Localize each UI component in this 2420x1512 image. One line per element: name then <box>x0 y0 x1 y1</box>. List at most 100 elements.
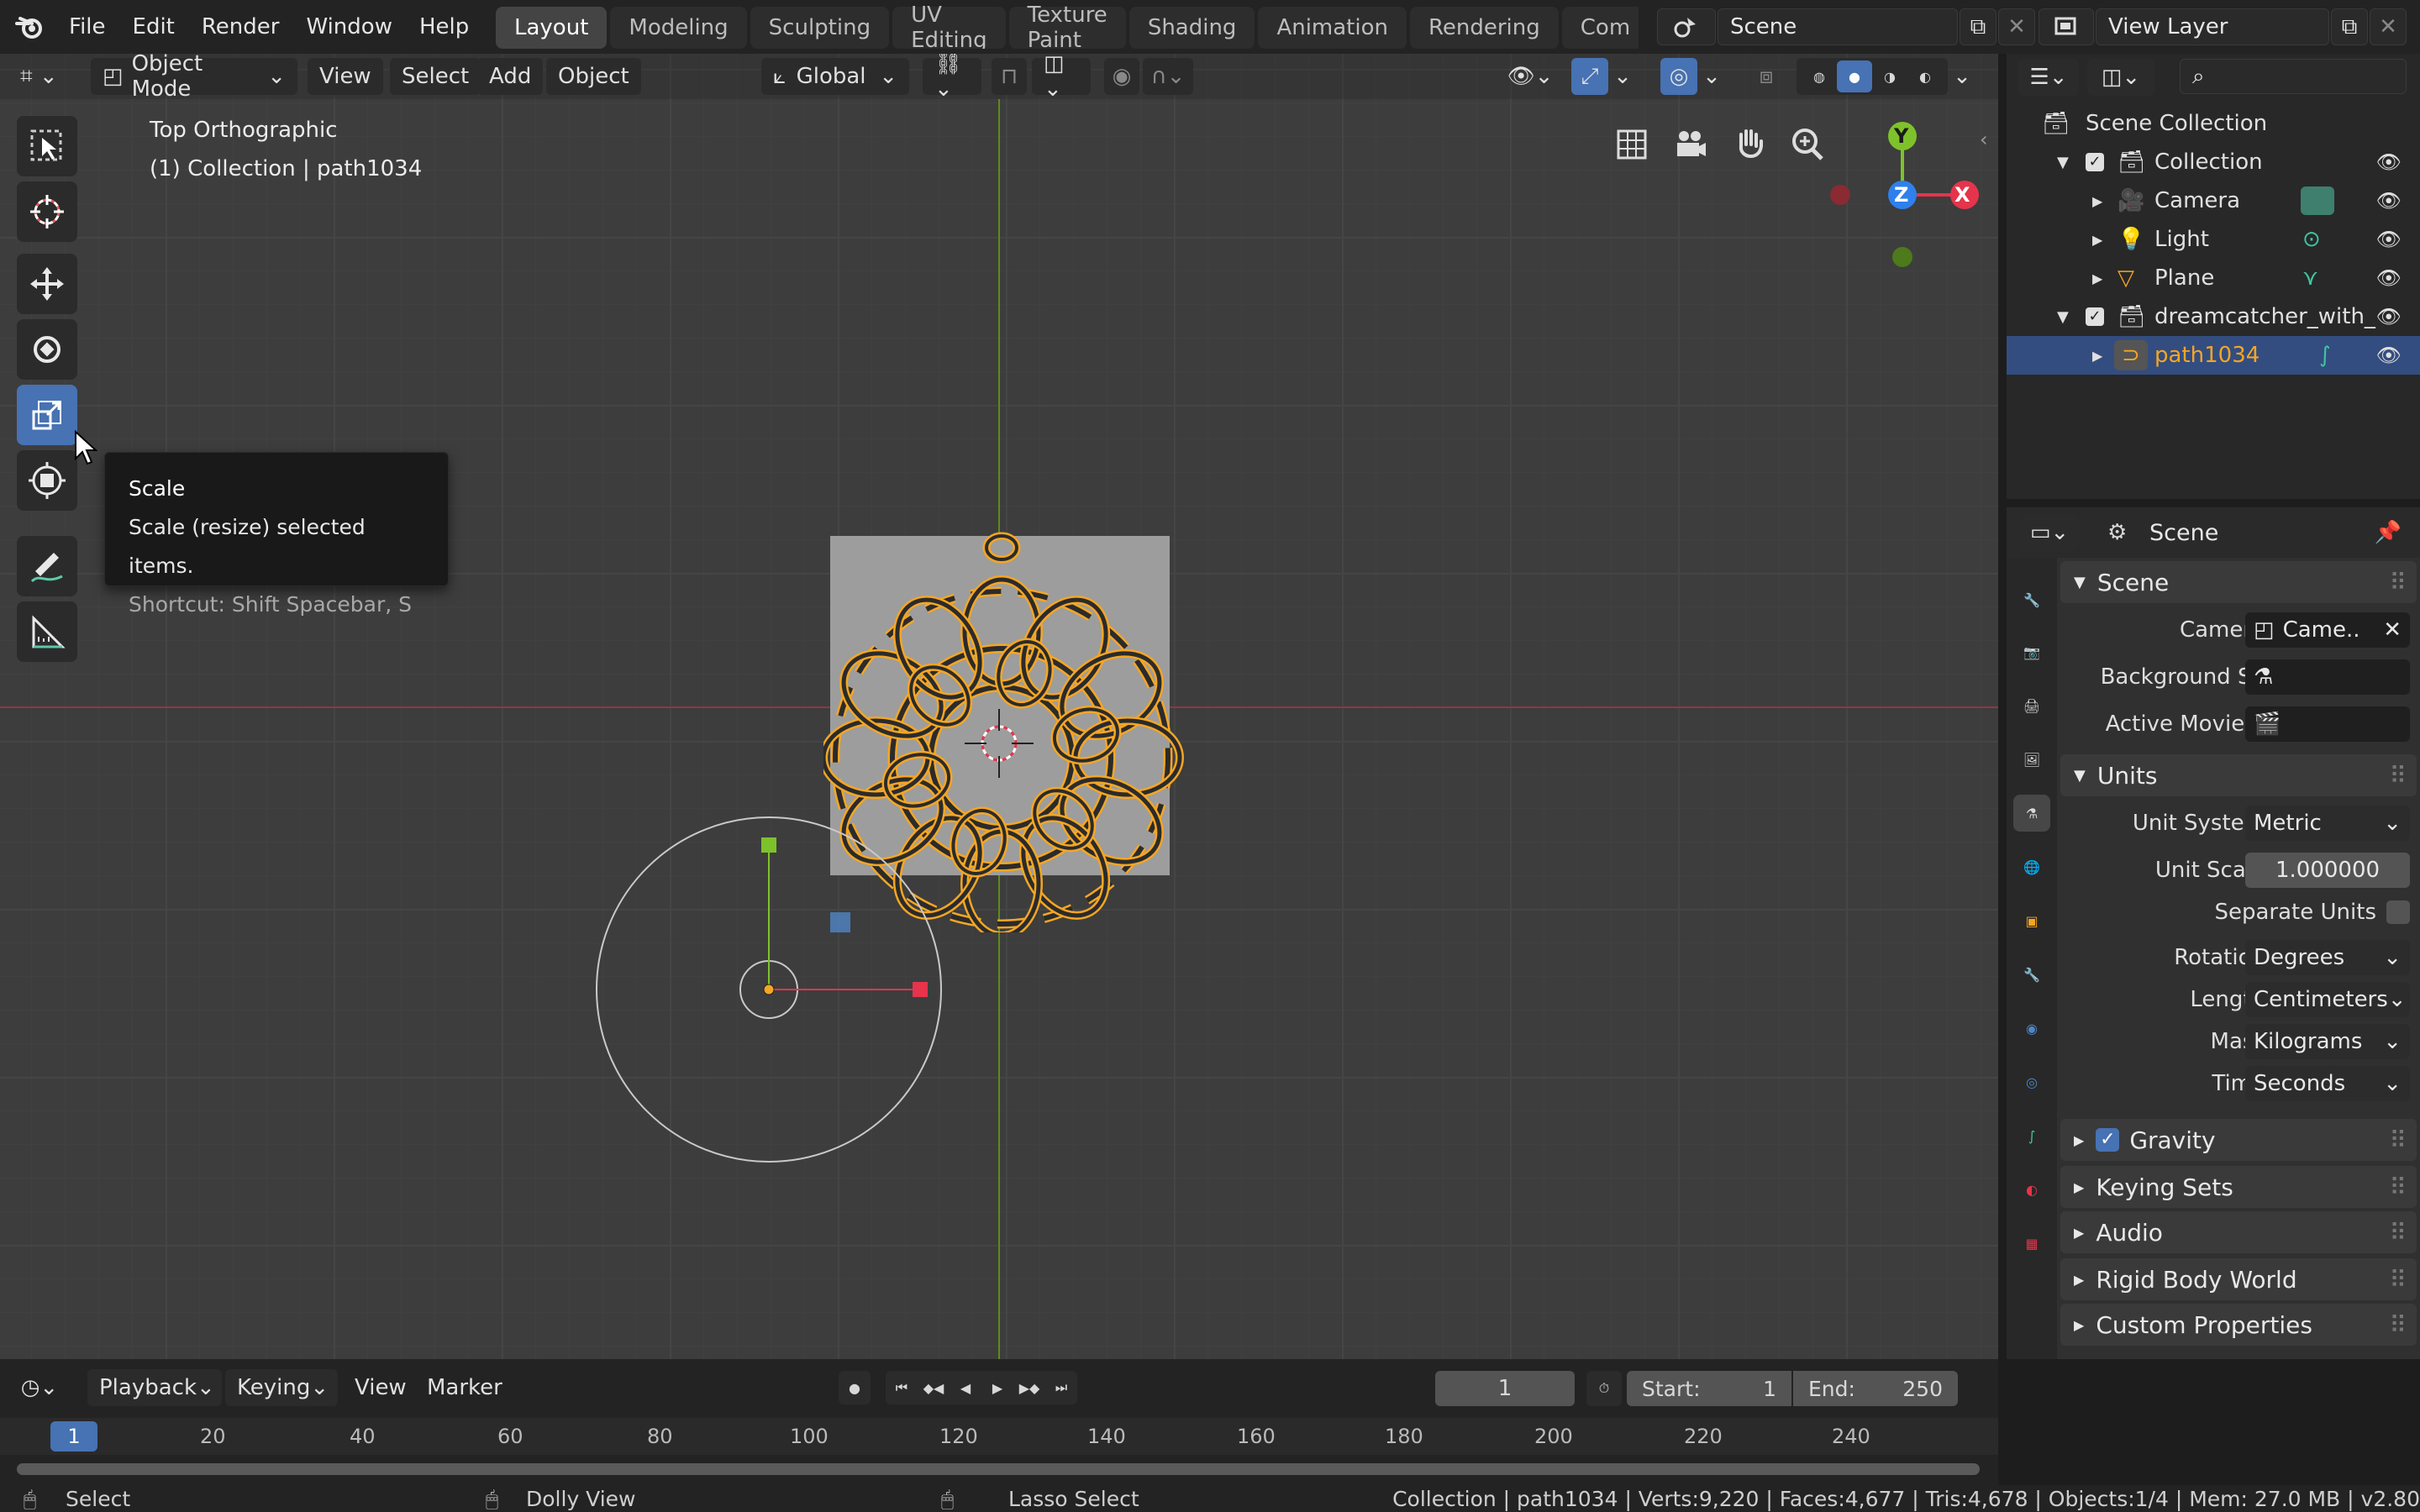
tab-texture-paint[interactable]: Texture Paint <box>1008 3 1126 49</box>
snap-toggle-icon[interactable]: ⊓ <box>992 58 1027 95</box>
tab-modeling[interactable]: Modeling <box>610 7 747 49</box>
scene-panel-header[interactable]: ▼ Scene ⠿ <box>2060 561 2417 603</box>
play-icon[interactable]: ▶ <box>981 1371 1013 1404</box>
physics-tab-icon[interactable]: ◎ <box>2013 1063 2050 1100</box>
outliner-item-plane[interactable]: ▶ ▽ Plane ⋎ 👁 <box>2007 259 2420 297</box>
jump-end-icon[interactable]: ⏭ <box>1045 1371 1077 1404</box>
drag-handle-icon[interactable]: ⠿ <box>2389 569 2407 596</box>
view-layer-name-field[interactable]: View Layer <box>2096 8 2329 45</box>
active-movie-field[interactable]: 🎬 <box>2245 706 2410 742</box>
expand-arrow-icon[interactable]: ▶ <box>2092 270 2102 286</box>
display-mode-icon[interactable]: ◫⌄ <box>2087 59 2154 96</box>
start-frame-field[interactable]: Start: 1 <box>1627 1371 1791 1406</box>
viewport-menu-add[interactable]: Add <box>477 58 544 95</box>
custom-properties-panel-header[interactable]: ▶ Custom Properties ⠿ <box>2060 1304 2417 1346</box>
measure-tool[interactable] <box>17 601 77 662</box>
copy-view-layer-icon[interactable]: ⧉ <box>2331 8 2368 45</box>
outliner-search-input[interactable]: ⌕ <box>2180 59 2407 94</box>
shading-dropdown[interactable]: ⌄ <box>1948 58 1976 95</box>
view-layer-tab-icon[interactable]: 🖼 <box>2013 741 2050 778</box>
camera-data-icon[interactable] <box>2301 186 2334 215</box>
object-mode-dropdown[interactable]: ◰ Object Mode ⌄ <box>91 54 297 102</box>
3d-viewport[interactable]: ⌗ ⌄ ◰ Object Mode ⌄ View Select Add Obje… <box>0 54 1998 1359</box>
tab-animation[interactable]: Animation <box>1258 7 1407 49</box>
eye-icon[interactable]: 👁 <box>2376 150 2402 174</box>
expand-arrow-icon[interactable]: ▼ <box>2057 308 2069 326</box>
world-tab-icon[interactable]: 🌐 <box>2013 848 2050 885</box>
scene-browse-button[interactable] <box>1657 8 1716 45</box>
texture-tab-icon[interactable]: ▦ <box>2013 1225 2050 1262</box>
tab-sculpting[interactable]: Sculpting <box>750 7 890 49</box>
transform-orientation-dropdown[interactable]: ⟀ Global ⌄ <box>761 58 909 95</box>
outliner-scene-collection[interactable]: 🗃 Scene Collection <box>2007 104 2420 143</box>
rotation-dropdown[interactable]: Degrees ⌄ <box>2245 940 2410 975</box>
select-box-tool[interactable] <box>17 116 77 176</box>
cursor-tool[interactable] <box>17 181 77 242</box>
prev-keyframe-icon[interactable]: ◆◀ <box>918 1371 950 1404</box>
visibility-dropdown[interactable]: 👁⌄ <box>1504 58 1556 95</box>
sidebar-toggle-icon[interactable]: ‹ <box>1980 128 1988 151</box>
drag-handle-icon[interactable]: ⠿ <box>2389 1126 2407 1154</box>
move-tool[interactable] <box>17 254 77 314</box>
unit-scale-field[interactable]: 1.000000 <box>2245 853 2410 888</box>
expand-arrow-icon[interactable]: ▶ <box>2092 193 2102 209</box>
expand-arrow-icon[interactable]: ▶ <box>2092 348 2102 364</box>
tab-shading[interactable]: Shading <box>1128 7 1255 49</box>
rotate-tool[interactable] <box>17 319 77 380</box>
copy-scene-icon[interactable]: ⧉ <box>1960 8 1996 45</box>
properties-editor-type-icon[interactable]: ▭⌄ <box>2020 514 2079 551</box>
timeline-editor-type-icon[interactable]: ◷⌄ <box>10 1369 69 1406</box>
expand-arrow-icon[interactable]: ▼ <box>2057 154 2069 171</box>
timeline-scrollbar[interactable] <box>17 1463 1980 1475</box>
pivot-point-dropdown[interactable]: ⛓ ⌄ <box>923 54 981 102</box>
navigation-gizmo[interactable]: X Y Z <box>1807 118 1983 269</box>
scene-name-field[interactable]: Scene <box>1718 8 1958 45</box>
material-tab-icon[interactable]: ◐ <box>2013 1171 2050 1208</box>
gizmo-toggle-icon[interactable]: ⤢ <box>1571 58 1608 95</box>
light-data-icon[interactable]: ⊙ <box>2302 227 2321 252</box>
output-tab-icon[interactable]: 🖨 <box>2013 687 2050 724</box>
outliner-item-light[interactable]: ▶ 💡 Light ⊙ 👁 <box>2007 220 2420 259</box>
timeline-menu-marker[interactable]: Marker <box>415 1369 514 1406</box>
time-dropdown[interactable]: Seconds ⌄ <box>2245 1066 2410 1101</box>
light-object[interactable] <box>588 763 950 1174</box>
clear-icon[interactable]: ✕ <box>2383 617 2402 643</box>
keying-sets-panel-header[interactable]: ▶ Keying Sets ⠿ <box>2060 1166 2417 1208</box>
particles-tab-icon[interactable]: ◉ <box>2013 1010 2050 1047</box>
curve-data-icon[interactable]: ∫ <box>2319 343 2331 368</box>
jump-start-icon[interactable]: ⏮ <box>886 1371 918 1404</box>
expand-arrow-icon[interactable]: ▶ <box>2092 232 2102 248</box>
object-tab-icon[interactable]: ▣ <box>2013 902 2050 939</box>
blender-logo-icon[interactable] <box>15 12 49 42</box>
snap-settings-dropdown[interactable]: ◫ ⌄ <box>1032 54 1091 102</box>
eye-icon[interactable]: 👁 <box>2376 266 2402 290</box>
tab-rendering[interactable]: Rendering <box>1410 7 1559 49</box>
close-view-layer-icon[interactable]: ✕ <box>2370 8 2407 45</box>
material-shading-icon[interactable]: ◑ <box>1872 69 1907 85</box>
menu-file[interactable]: File <box>55 0 119 54</box>
viewport-menu-select[interactable]: Select <box>390 58 481 95</box>
audio-panel-header[interactable]: ▶ Audio ⠿ <box>2060 1211 2417 1253</box>
menu-help[interactable]: Help <box>406 0 482 54</box>
eye-icon[interactable]: 👁 <box>2376 228 2402 251</box>
close-scene-icon[interactable]: ✕ <box>1998 8 2035 45</box>
drag-handle-icon[interactable]: ⠿ <box>2389 762 2407 790</box>
modifier-tab-icon[interactable]: 🔧 <box>2013 956 2050 993</box>
menu-window[interactable]: Window <box>292 0 406 54</box>
outliner-item-dreamcatcher-collection[interactable]: ▼ ✓ 🗃 dreamcatcher_with_ 👁 <box>2007 297 2420 336</box>
camera-field[interactable]: ◰ Came.. ✕ <box>2245 612 2410 648</box>
drag-handle-icon[interactable]: ⠿ <box>2389 1266 2407 1294</box>
data-tab-icon[interactable]: ∫ <box>2013 1117 2050 1154</box>
transform-tool[interactable] <box>17 450 77 511</box>
eye-icon[interactable]: 👁 <box>2376 305 2402 328</box>
solid-shading-icon[interactable]: ● <box>1837 60 1872 92</box>
proportional-falloff-icon[interactable]: ∩⌄ <box>1143 58 1193 95</box>
pin-icon[interactable]: 📌 <box>2375 520 2402 545</box>
mesh-data-icon[interactable]: ⋎ <box>2302 265 2318 291</box>
stopwatch-icon[interactable]: ⏱ <box>1586 1371 1622 1406</box>
wireframe-shading-icon[interactable]: ◍ <box>1802 69 1837 85</box>
length-dropdown[interactable]: Centimeters ⌄ <box>2245 982 2410 1017</box>
units-panel-header[interactable]: ▼ Units ⠿ <box>2060 754 2417 796</box>
eye-icon[interactable]: 👁 <box>2376 189 2402 213</box>
play-reverse-icon[interactable]: ◀ <box>950 1371 981 1404</box>
